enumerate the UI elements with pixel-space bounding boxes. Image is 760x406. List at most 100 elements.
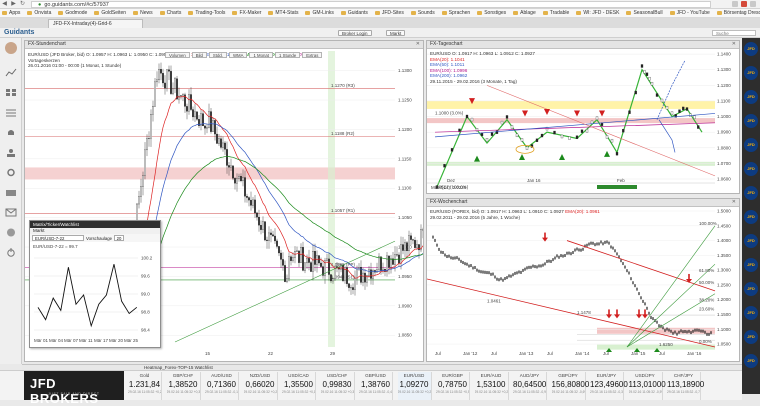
watchlist-item[interactable]: CHF/JPY 113,18900 29.02.16 11:05:32 -0,7%	[667, 372, 704, 400]
menu-icon[interactable]	[750, 1, 756, 7]
bookmark-item[interactable]: Apps	[2, 10, 20, 16]
mini-chart-canvas[interactable]: EUR/USD-7-22 = 99.7 100.2 99.6 99.0 98.8 98.4…	[30, 242, 162, 349]
chart-toolbar-button[interactable]: WMA	[228, 52, 248, 58]
avatar[interactable]	[5, 42, 17, 54]
watchlist-symbol: EUR/JPY	[596, 373, 617, 378]
channel-thumbnail[interactable]: JFD	[744, 186, 758, 200]
bookmark-item[interactable]: Godmode	[58, 10, 87, 16]
bookmark-item[interactable]: Sprachen	[441, 10, 470, 16]
url-field[interactable]: ● go.guidants.com/#c/57937	[31, 0, 711, 8]
bookmark-item[interactable]: Onvista	[27, 10, 51, 16]
grid-icon[interactable]	[5, 88, 17, 97]
bookmark-item[interactable]: SeasonalBull	[626, 10, 663, 16]
daily-annotation: 1.1000 (3.0%)	[435, 111, 464, 116]
bookmark-item[interactable]: Sonstiges	[477, 10, 506, 16]
channel-thumbnail[interactable]: JFD	[744, 258, 758, 272]
watchlist-item[interactable]: EUR/USD 1,0927029.02.16 11:05:32 +0,2%	[397, 372, 432, 400]
channel-thumbnail[interactable]: JFD	[744, 66, 758, 80]
chart-toolbar-button[interactable]: 1 Monat	[249, 52, 273, 58]
channel-thumbnail[interactable]: JFD	[744, 306, 758, 320]
watchlist-item[interactable]: AUD/USD 0,71360 29.02.16 11:05:32 -0,1%	[205, 372, 239, 400]
chart-toolbar-button[interactable]: Volumen	[165, 52, 190, 58]
watchlist-item[interactable]: USD/CHF 0,9983029.02.16 11:05:32 +0,3%	[321, 372, 355, 400]
bookmark-item[interactable]: JFD-Sites	[374, 10, 404, 16]
markt-button[interactable]: Markt	[386, 30, 406, 36]
search-input[interactable]: Suche	[712, 30, 756, 36]
power-icon[interactable]	[5, 248, 17, 257]
period-input[interactable]: 20	[114, 235, 125, 241]
url-text: go.guidants.com/#c/57937	[44, 1, 109, 8]
bookmark-item[interactable]: WI: JFD - DESK	[576, 10, 619, 16]
bookmark-item[interactable]: MT4-Stats	[268, 10, 298, 16]
list-icon[interactable]	[5, 108, 17, 117]
bookmark-item[interactable]: Charts	[159, 10, 181, 16]
channel-thumbnail[interactable]: JFD	[744, 354, 758, 368]
bookmark-item[interactable]: GoldSeiten	[94, 10, 126, 16]
chart-toolbar-button[interactable]: 1 Stunde	[275, 52, 301, 58]
candle-body	[500, 277, 502, 281]
mini-chart-window[interactable]: Matrix/Ticker/Watchlist Markt EUR/USD-7-…	[29, 220, 161, 348]
user-icon[interactable]	[5, 148, 17, 157]
tab-active[interactable]: JFD-FX-Intraday(4)-Grid-6	[48, 19, 143, 28]
chart-toolbar-button[interactable]: Bild	[191, 52, 207, 58]
chart-toolbar-button[interactable]: Stdd.	[208, 52, 227, 58]
watchlist-item[interactable]: AUD/JPY 80,64500 29.02.16 11:05:32 -0,9%	[513, 372, 547, 400]
watchlist-item[interactable]: GBP/USD 1,38760 29.02.16 11:05:32 -0,4%	[359, 372, 393, 400]
help-icon[interactable]	[5, 228, 17, 237]
bookmark-item[interactable]: Trading-Tools	[188, 10, 225, 16]
reload-icon[interactable]: ↻	[18, 0, 27, 8]
forward-icon[interactable]: ▶	[9, 0, 18, 8]
bookmark-item[interactable]: News	[133, 10, 153, 16]
bookmark-item[interactable]: Sounds	[410, 10, 435, 16]
watchlist-item[interactable]: EUR/JPY 123,49600 29.02.16 11:05:32 -0,3%	[590, 372, 628, 400]
weekly-chart-panel[interactable]: FX-Wochenchart ✕ 1.5000 1.4500 1.4000 1.3500…	[426, 198, 740, 362]
extension-icon[interactable]	[741, 1, 747, 7]
bookmark-item[interactable]: Tradable	[542, 10, 569, 16]
candle-body	[588, 242, 590, 246]
channel-thumbnail[interactable]: JFD	[744, 90, 758, 104]
watchlist-item[interactable]: Gold 1.231,8429.02.16 11:05:32 +0,2%	[128, 372, 162, 400]
watchlist-item[interactable]: EUR/GBP 0,7875029.02.16 11:05:32 +0,5%	[436, 372, 470, 400]
gear-icon[interactable]	[5, 168, 17, 177]
weekly-chart-canvas[interactable]: 1.5000 1.4500 1.4000 1.3500 1.3000 1.2500 1.20…	[427, 199, 740, 362]
candle-body	[522, 268, 524, 272]
channel-thumbnail[interactable]: JFD	[744, 138, 758, 152]
mail-icon[interactable]	[5, 208, 17, 217]
candle-body	[280, 252, 282, 260]
watchlist-meta: 29.02.16 11:05:32 -0,3%	[590, 390, 623, 394]
channel-thumbnail[interactable]: JFD	[744, 234, 758, 248]
bookmark-item[interactable]: Börsentag Dresden	[716, 10, 760, 16]
watchlist-symbol: AUD/JPY	[519, 373, 540, 378]
watchlist-item[interactable]: EUR/AUD 1,5310029.02.16 11:05:32 +0,2%	[475, 372, 509, 400]
bookmark-item[interactable]: GM-Links	[305, 10, 334, 16]
watchlist-item[interactable]: USD/JPY 113,01000 29.02.16 11:05:32 -0,5%	[629, 372, 666, 400]
channel-thumbnail[interactable]: JFD	[744, 210, 758, 224]
trend-line	[174, 240, 396, 343]
candle-body	[412, 239, 414, 241]
watchlist-meta: 29.02.16 11:05:32 -0,7%	[667, 390, 700, 394]
channel-thumbnail[interactable]: JFD	[744, 162, 758, 176]
date-tick: Jan '13	[519, 351, 534, 356]
bell-icon[interactable]	[5, 128, 17, 137]
back-icon[interactable]: ◀	[0, 0, 9, 8]
bookmark-item[interactable]: Ablage	[513, 10, 536, 16]
bookmark-item[interactable]: JFD - YouTube	[669, 10, 710, 16]
watchlist-item[interactable]: GBP/JPY 156,80800 29.02.16 11:05:32 -0,6%	[552, 372, 589, 400]
daily-chart-panel[interactable]: FX-Tageschart ✕ 1.1400 1.1300 1.1200 1.1100 1…	[426, 40, 740, 194]
channel-thumbnail[interactable]: JFD	[744, 114, 758, 128]
watchlist-item[interactable]: USD/CAD 1,3550029.02.16 11:05:32 +0,1%	[282, 372, 316, 400]
star-icon[interactable]	[732, 1, 738, 7]
watchlist-item[interactable]: NZD/USD 0,6602029.02.16 11:05:32 +0,2%	[244, 372, 278, 400]
chart-icon[interactable]	[5, 68, 17, 77]
channel-thumbnail[interactable]: JFD	[744, 282, 758, 296]
folder-icon[interactable]	[5, 188, 17, 197]
channel-thumbnail[interactable]: JFD	[744, 330, 758, 344]
channel-thumbnail[interactable]: JFD	[744, 42, 758, 56]
bookmark-item[interactable]: FX-Maker	[232, 10, 261, 16]
highlight-ellipse	[515, 144, 535, 154]
market-select[interactable]: EUR/USD-7-22	[32, 235, 84, 241]
watchlist-item[interactable]: GBP/CHF 1,3852029.02.16 11:05:32 +0,3%	[167, 372, 201, 400]
bookmark-item[interactable]: Guidants	[340, 10, 368, 16]
broker-login-button[interactable]: Broker Login	[338, 30, 372, 36]
chart-toolbar-button[interactable]: Extras	[302, 52, 323, 58]
